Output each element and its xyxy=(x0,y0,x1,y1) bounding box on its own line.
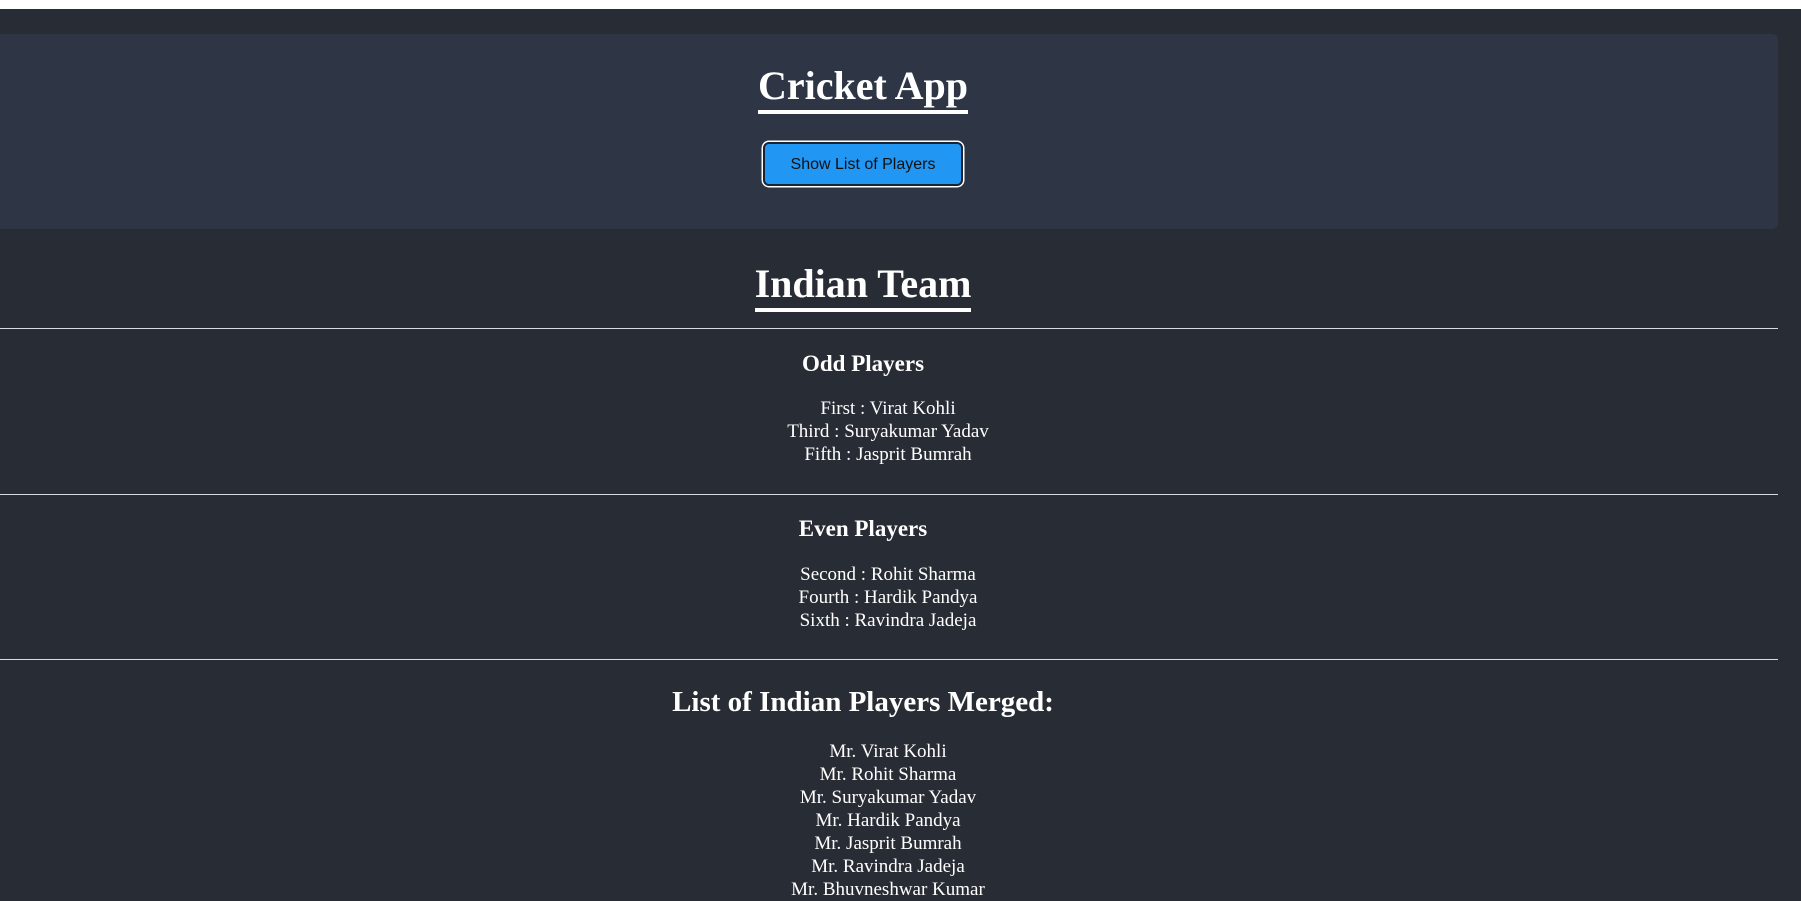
list-item: Mr. Suryakumar Yadav xyxy=(799,787,977,808)
list-item: Sixth : Ravindra Jadeja xyxy=(799,610,977,631)
list-item: Third : Suryakumar Yadav xyxy=(787,421,989,442)
list-item: Mr. Ravindra Jadeja xyxy=(811,856,965,877)
divider xyxy=(0,659,1778,660)
list-item: Fifth : Jasprit Bumrah xyxy=(804,444,972,465)
team-title: Indian Team xyxy=(0,259,1726,312)
merged-players-list: Mr. Virat Kohli Mr. Rohit Sharma Mr. Sur… xyxy=(0,740,1726,901)
merged-players-section: List of Indian Players Merged: Mr. Virat… xyxy=(0,684,1726,901)
team-title-text: Indian Team xyxy=(754,260,972,312)
list-item: Fourth : Hardik Pandya xyxy=(798,587,978,608)
merged-players-heading: List of Indian Players Merged: xyxy=(672,686,1054,718)
list-item: First : Virat Kohli xyxy=(820,398,956,419)
list-item: Mr. Virat Kohli xyxy=(829,741,947,762)
odd-players-list: First : Virat Kohli Third : Suryakumar Y… xyxy=(0,397,1726,466)
even-players-section: Even Players Second : Rohit Sharma Fourt… xyxy=(0,514,1726,632)
show-players-button[interactable]: Show List of Players xyxy=(763,142,963,186)
list-item: Mr. Rohit Sharma xyxy=(819,764,957,785)
divider xyxy=(0,494,1778,495)
even-players-heading: Even Players xyxy=(798,516,928,541)
odd-players-section: Odd Players First : Virat Kohli Third : … xyxy=(0,349,1726,466)
even-players-list: Second : Rohit Sharma Fourth : Hardik Pa… xyxy=(0,563,1726,632)
list-item: Mr. Bhuvneshwar Kumar xyxy=(791,879,985,900)
app-root: Cricket App Show List of Players Indian … xyxy=(0,9,1801,901)
app-title: Cricket App xyxy=(0,61,1726,114)
scrollbar-track[interactable] xyxy=(1778,9,1801,901)
list-item: Mr. Jasprit Bumrah xyxy=(814,833,962,854)
odd-players-heading: Odd Players xyxy=(801,351,925,376)
list-item: Mr. Hardik Pandya xyxy=(815,810,961,831)
show-players-button-wrap: Show List of Players xyxy=(0,140,1726,190)
app-title-text: Cricket App xyxy=(758,62,968,114)
divider xyxy=(0,328,1778,329)
list-item: Second : Rohit Sharma xyxy=(800,564,976,585)
